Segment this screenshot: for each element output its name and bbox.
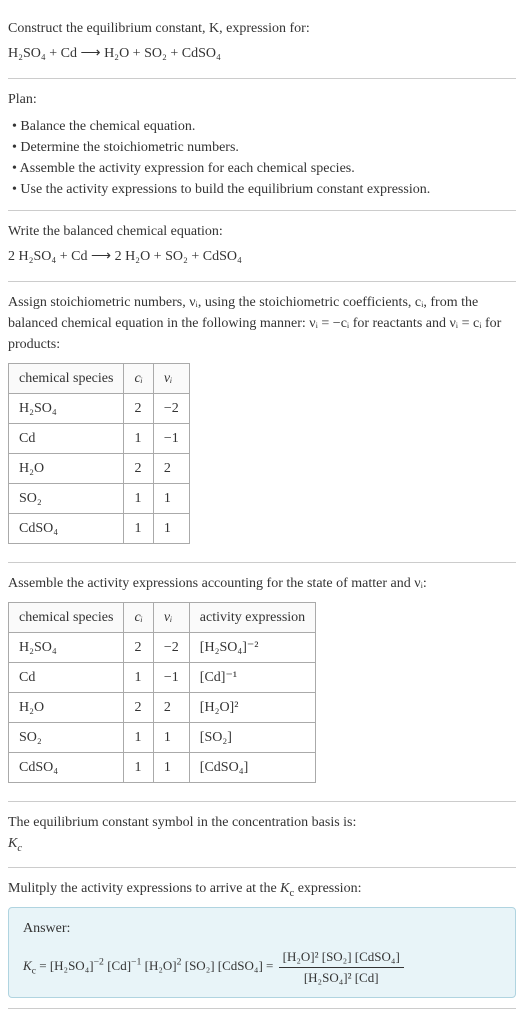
cell-species: H₂O	[9, 693, 124, 723]
stoich-table: chemical species cᵢ νᵢ H₂SO₄ 2 −2 Cd 1 −…	[8, 363, 190, 544]
plan-item: • Assemble the activity expression for e…	[12, 158, 516, 179]
col-c: cᵢ	[124, 364, 153, 394]
table-row: CdSO₄ 1 1 [CdSO₄]	[9, 753, 316, 783]
cell-v: 2	[153, 454, 189, 484]
cell-expr: [Cd]⁻¹	[189, 663, 315, 693]
cell-v: −2	[153, 394, 189, 424]
table-row: SO₂ 1 1 [SO₂]	[9, 723, 316, 753]
cell-c: 2	[124, 693, 153, 723]
cell-v: −2	[153, 633, 189, 663]
intro-section: Construct the equilibrium constant, K, e…	[8, 8, 516, 79]
intro-prompt: Construct the equilibrium constant, K, e…	[8, 18, 516, 39]
cell-c: 1	[124, 514, 153, 544]
cell-species: H₂SO₄	[9, 394, 124, 424]
balanced-heading: Write the balanced chemical equation:	[8, 221, 516, 242]
answer-denominator: [H₂SO₄]² [Cd]	[279, 968, 404, 988]
col-species: chemical species	[9, 364, 124, 394]
symbol-text: The equilibrium constant symbol in the c…	[8, 812, 516, 833]
intro-equation: H₂SO₄ + Cd ⟶ H₂O + SO₂ + CdSO₄	[8, 43, 516, 64]
cell-expr: [CdSO₄]	[189, 753, 315, 783]
cell-c: 2	[124, 394, 153, 424]
cell-species: CdSO₄	[9, 514, 124, 544]
balanced-equation: 2 H₂SO₄ + Cd ⟶ 2 H₂O + SO₂ + CdSO₄	[8, 246, 516, 267]
plan-section: Plan: • Balance the chemical equation. •…	[8, 79, 516, 211]
cell-species: SO₂	[9, 723, 124, 753]
answer-box: Answer: Kc = [H₂SO₄]−2 [Cd]−1 [H₂O]2 [SO…	[8, 907, 516, 998]
cell-v: 1	[153, 514, 189, 544]
cell-c: 1	[124, 753, 153, 783]
plan-heading: Plan:	[8, 89, 516, 110]
answer-formula: Kc = [H₂SO₄]−2 [Cd]−1 [H₂O]2 [SO₂] [CdSO…	[23, 947, 501, 987]
cell-species: SO₂	[9, 484, 124, 514]
cell-species: Cd	[9, 663, 124, 693]
col-species: chemical species	[9, 603, 124, 633]
plan-item: • Determine the stoichiometric numbers.	[12, 137, 516, 158]
cell-c: 1	[124, 663, 153, 693]
plan-list: • Balance the chemical equation. • Deter…	[8, 116, 516, 200]
balanced-section: Write the balanced chemical equation: 2 …	[8, 211, 516, 282]
cell-species: CdSO₄	[9, 753, 124, 783]
table-row: CdSO₄ 1 1	[9, 514, 190, 544]
cell-c: 1	[124, 484, 153, 514]
symbol-value: Kc	[8, 833, 516, 857]
stoich-text: Assign stoichiometric numbers, νᵢ, using…	[8, 292, 516, 355]
cell-v: 1	[153, 723, 189, 753]
table-row: Cd 1 −1 [Cd]⁻¹	[9, 663, 316, 693]
table-row: H₂O 2 2	[9, 454, 190, 484]
multiply-section: Mulitply the activity expressions to arr…	[8, 868, 516, 1010]
plan-item: • Balance the chemical equation.	[12, 116, 516, 137]
multiply-text: Mulitply the activity expressions to arr…	[8, 878, 516, 902]
col-expr: activity expression	[189, 603, 315, 633]
table-header-row: chemical species cᵢ νᵢ	[9, 364, 190, 394]
table-row: H₂SO₄ 2 −2 [H₂SO₄]⁻²	[9, 633, 316, 663]
cell-v: 1	[153, 753, 189, 783]
cell-c: 2	[124, 633, 153, 663]
table-header-row: chemical species cᵢ νᵢ activity expressi…	[9, 603, 316, 633]
cell-species: H₂O	[9, 454, 124, 484]
cell-c: 2	[124, 454, 153, 484]
cell-v: −1	[153, 663, 189, 693]
answer-label: Answer:	[23, 918, 501, 939]
activity-table: chemical species cᵢ νᵢ activity expressi…	[8, 602, 316, 783]
cell-v: −1	[153, 424, 189, 454]
plan-item: • Use the activity expressions to build …	[12, 179, 516, 200]
col-v: νᵢ	[153, 364, 189, 394]
table-row: SO₂ 1 1	[9, 484, 190, 514]
cell-expr: [H₂SO₄]⁻²	[189, 633, 315, 663]
cell-expr: [H₂O]²	[189, 693, 315, 723]
cell-c: 1	[124, 424, 153, 454]
activity-section: Assemble the activity expressions accoun…	[8, 563, 516, 802]
table-row: H₂SO₄ 2 −2	[9, 394, 190, 424]
activity-text: Assemble the activity expressions accoun…	[8, 573, 516, 594]
col-c: cᵢ	[124, 603, 153, 633]
table-row: Cd 1 −1	[9, 424, 190, 454]
answer-numerator: [H₂O]² [SO₂] [CdSO₄]	[279, 947, 404, 968]
col-v: νᵢ	[153, 603, 189, 633]
cell-v: 2	[153, 693, 189, 723]
cell-species: Cd	[9, 424, 124, 454]
stoich-section: Assign stoichiometric numbers, νᵢ, using…	[8, 282, 516, 563]
cell-species: H₂SO₄	[9, 633, 124, 663]
cell-expr: [SO₂]	[189, 723, 315, 753]
cell-v: 1	[153, 484, 189, 514]
symbol-section: The equilibrium constant symbol in the c…	[8, 802, 516, 868]
table-row: H₂O 2 2 [H₂O]²	[9, 693, 316, 723]
cell-c: 1	[124, 723, 153, 753]
answer-fraction: [H₂O]² [SO₂] [CdSO₄] [H₂SO₄]² [Cd]	[279, 947, 404, 987]
